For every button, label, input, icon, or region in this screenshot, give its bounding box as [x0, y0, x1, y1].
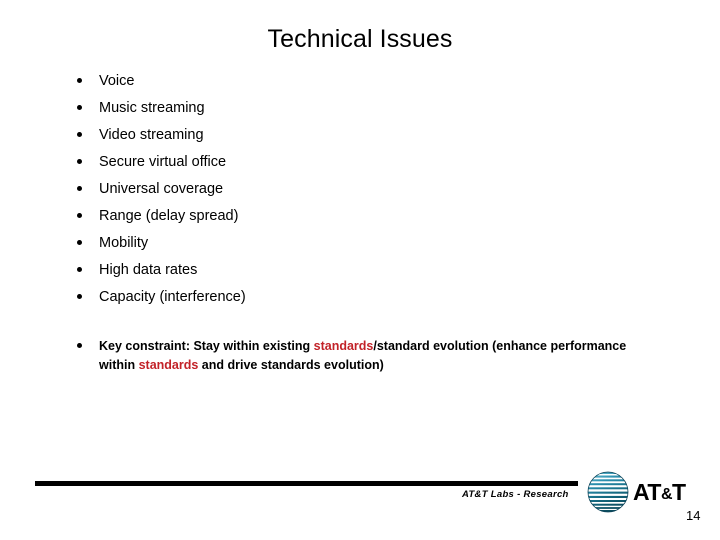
slide-canvas: Technical Issues Voice Music streaming V… — [0, 0, 720, 540]
list-item-label: Universal coverage — [99, 181, 224, 198]
att-globe-icon — [587, 471, 629, 513]
bullet-icon — [77, 186, 82, 191]
list-item-label: Secure virtual office — [99, 154, 227, 171]
list-item: Range (delay spread) — [74, 203, 654, 230]
bullet-icon — [77, 105, 82, 110]
key-constraint-note: Key constraint: Stay within existing sta… — [74, 337, 659, 376]
list-item-label: Range (delay spread) — [99, 208, 239, 225]
footer-divider — [35, 481, 578, 486]
att-wordmark-right: T — [672, 478, 686, 505]
list-item-label: Mobility — [99, 235, 149, 252]
page-number: 14 — [686, 508, 701, 523]
list-item: Music streaming — [74, 95, 654, 122]
list-item-label: Music streaming — [99, 100, 205, 117]
key-constraint-text: Key constraint: Stay within existing sta… — [99, 337, 659, 376]
list-item: Secure virtual office — [74, 149, 654, 176]
constraint-segment-3: and drive standards evolution) — [198, 358, 384, 373]
list-item: Voice — [74, 68, 654, 95]
bullet-icon — [77, 159, 82, 164]
list-item-label: Video streaming — [99, 127, 204, 144]
list-item-label: High data rates — [99, 262, 198, 279]
list-item: Mobility — [74, 230, 654, 257]
att-wordmark-left: AT — [633, 478, 661, 505]
list-item-label: Voice — [99, 73, 135, 90]
list-item: Capacity (interference) — [74, 284, 654, 311]
att-wordmark-ampersand: & — [660, 485, 673, 503]
bullet-icon — [77, 78, 82, 83]
list-item: Universal coverage — [74, 176, 654, 203]
constraint-highlight-standards-2: standards — [138, 358, 199, 373]
technical-issues-list: Voice Music streaming Video streaming Se… — [74, 68, 654, 311]
page-title: Technical Issues — [267, 25, 453, 53]
bullet-icon — [77, 132, 82, 137]
constraint-segment-1: Key constraint: Stay within existing — [99, 339, 314, 353]
bullet-icon — [77, 213, 82, 218]
list-item: Video streaming — [74, 122, 654, 149]
bullet-icon — [77, 294, 82, 299]
att-wordmark: AT&T — [633, 478, 686, 505]
bullet-icon — [77, 343, 82, 348]
bullet-icon — [77, 267, 82, 272]
list-item-label: Capacity (interference) — [99, 289, 246, 306]
bullet-icon — [77, 240, 82, 245]
list-item: High data rates — [74, 257, 654, 284]
footer-organization-label: AT&T Labs - Research — [462, 489, 569, 500]
constraint-highlight-standards-1: standards — [313, 339, 374, 353]
